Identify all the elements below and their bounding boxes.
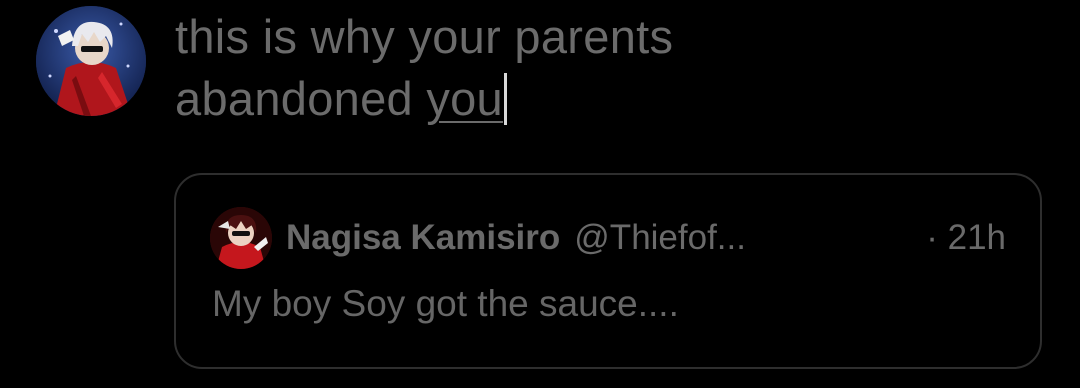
quoted-author-avatar-image	[210, 207, 272, 269]
compose-textarea[interactable]: this is why your parents abandoned you	[175, 6, 1035, 130]
quoted-author-handle[interactable]: @Thiefof...	[574, 218, 746, 258]
quoted-tweet-header: Nagisa Kamisiro @Thiefof... · 21h	[210, 205, 1006, 271]
compose-line-2: abandoned you	[175, 68, 1035, 130]
user-avatar-image	[36, 6, 146, 116]
quoted-author-name[interactable]: Nagisa Kamisiro	[286, 218, 560, 258]
quoted-author-avatar[interactable]	[210, 207, 272, 269]
quoted-timestamp[interactable]: · 21h	[926, 218, 1006, 258]
spellcheck-underlined-word[interactable]: you	[426, 72, 503, 125]
user-avatar[interactable]	[36, 6, 146, 116]
quoted-tweet-card[interactable]: Nagisa Kamisiro @Thiefof... · 21h My boy…	[174, 173, 1042, 369]
quoted-tweet-text: My boy Soy got the sauce....	[212, 283, 679, 324]
compose-line-2-text: abandoned	[175, 72, 427, 125]
compose-line-1: this is why your parents	[175, 10, 674, 63]
text-cursor	[504, 73, 507, 125]
